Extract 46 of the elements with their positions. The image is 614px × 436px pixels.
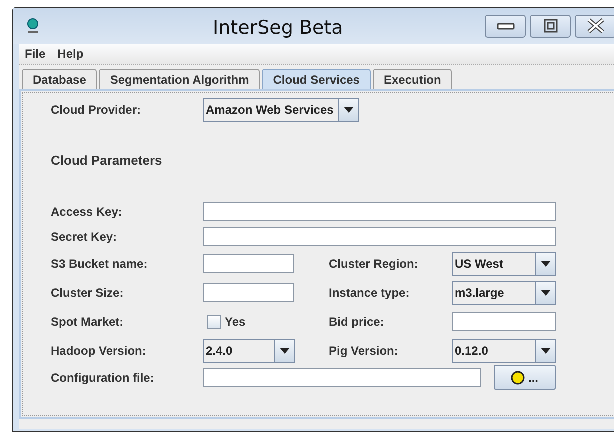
field-label: Cluster Size:: [51, 286, 125, 300]
close-button[interactable]: [575, 14, 614, 38]
field-label: Pig Version:: [329, 344, 400, 358]
field-label: Instance type:: [329, 286, 411, 300]
dropdown[interactable]: Amazon Web Services: [203, 98, 359, 122]
section-title: Cloud Parameters: [51, 153, 164, 170]
caret-icon: [280, 348, 290, 354]
field-label: Configuration file:: [51, 370, 156, 384]
window-title: InterSeg Beta: [213, 17, 344, 39]
caret-icon: [540, 260, 550, 266]
maximize-icon: [544, 19, 558, 33]
tab[interactable]: Execution: [372, 69, 452, 89]
tab[interactable]: Segmentation Algorithm: [99, 69, 260, 89]
field-label: Cloud Provider:: [51, 103, 142, 117]
tab[interactable]: Cloud Services: [262, 69, 371, 89]
field-label: Spot Market:: [51, 314, 125, 328]
field-label: Cluster Region:: [329, 256, 420, 270]
dropdown[interactable]: US West: [452, 252, 556, 276]
caret-icon: [344, 107, 354, 113]
input-field[interactable]: [203, 368, 481, 387]
input-field[interactable]: [452, 312, 556, 331]
checkbox[interactable]: [207, 314, 221, 328]
dropdown[interactable]: 2.4.0: [203, 338, 295, 362]
dropdown[interactable]: m3.large: [452, 280, 556, 304]
menu-item[interactable]: File: [25, 47, 46, 61]
minimize-icon: [496, 21, 514, 31]
field-label: Access Key:: [51, 204, 124, 218]
input-field[interactable]: [203, 202, 556, 221]
maximize-button[interactable]: [530, 14, 571, 38]
close-icon: [586, 18, 604, 34]
field-label: Bid price:: [329, 314, 386, 328]
field-label: S3 Bucket name:: [51, 256, 149, 270]
menu-item[interactable]: Help: [58, 47, 84, 61]
browse-button[interactable]: ...: [494, 365, 556, 390]
caret-icon: [540, 348, 550, 354]
field-label: Hadoop Version:: [51, 344, 148, 358]
minimize-button[interactable]: [485, 14, 526, 38]
tab[interactable]: Database: [22, 69, 98, 89]
input-field[interactable]: [203, 283, 294, 302]
circle-icon: [511, 370, 526, 384]
input-field[interactable]: [203, 227, 556, 246]
checkbox-label: Yes: [225, 314, 246, 328]
input-field[interactable]: [203, 254, 294, 273]
field-label: Secret Key:: [51, 230, 118, 244]
dropdown[interactable]: 0.12.0: [452, 338, 556, 362]
caret-icon: [540, 290, 550, 296]
